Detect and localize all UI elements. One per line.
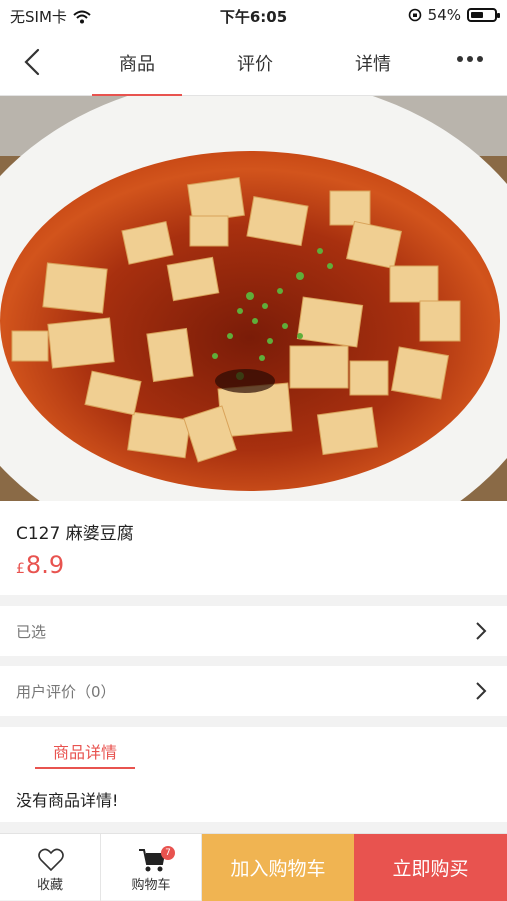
- details-tab-underline: [35, 767, 135, 769]
- top-navigation: 商品 评价 详情: [0, 30, 507, 96]
- currency-symbol: £: [16, 561, 25, 577]
- more-icon[interactable]: [457, 56, 483, 62]
- product-price: £8.9: [16, 551, 64, 579]
- back-arrow-icon[interactable]: [18, 46, 50, 78]
- product-info: C127 麻婆豆腐 £8.9: [0, 501, 507, 595]
- reviews-label: 用户评价（0）: [16, 683, 116, 701]
- tab-product[interactable]: 商品: [92, 50, 182, 76]
- details-tab[interactable]: 商品详情: [35, 739, 135, 763]
- selected-label: 已选: [16, 623, 47, 641]
- price-value: 8.9: [25, 551, 65, 579]
- cart-label: 购物车: [131, 878, 171, 893]
- cart-button[interactable]: 7 购物车: [101, 834, 202, 901]
- user-reviews-row[interactable]: 用户评价（0）: [0, 666, 507, 716]
- mapo-tofu-photo: [0, 96, 507, 501]
- chevron-right-icon: [476, 682, 487, 700]
- cart-count-badge: 7: [161, 846, 175, 860]
- product-image: [0, 96, 507, 501]
- chevron-right-icon: [476, 622, 487, 640]
- heart-icon: [38, 848, 64, 872]
- product-name: C127 麻婆豆腐: [16, 524, 134, 544]
- selected-options-row[interactable]: 已选: [0, 606, 507, 656]
- bottom-action-bar: 收藏 7 购物车 加入购物车 立即购买: [0, 833, 507, 901]
- product-details-section: 商品详情 没有商品详情!: [0, 727, 507, 822]
- buy-now-button[interactable]: 立即购买: [354, 834, 507, 901]
- add-to-cart-button[interactable]: 加入购物车: [202, 834, 354, 901]
- tab-reviews[interactable]: 评价: [210, 50, 300, 76]
- status-right: 54%: [408, 6, 500, 24]
- battery-icon: [467, 8, 500, 22]
- status-bar: 无SIM卡 下午6:05 54%: [0, 0, 507, 30]
- details-text: 没有商品详情!: [16, 791, 119, 810]
- rotation-lock-icon: [408, 8, 421, 22]
- favorite-label: 收藏: [36, 878, 63, 893]
- tab-details[interactable]: 详情: [328, 50, 418, 76]
- battery-percent: 54%: [427, 6, 461, 24]
- favorite-button[interactable]: 收藏: [0, 834, 101, 901]
